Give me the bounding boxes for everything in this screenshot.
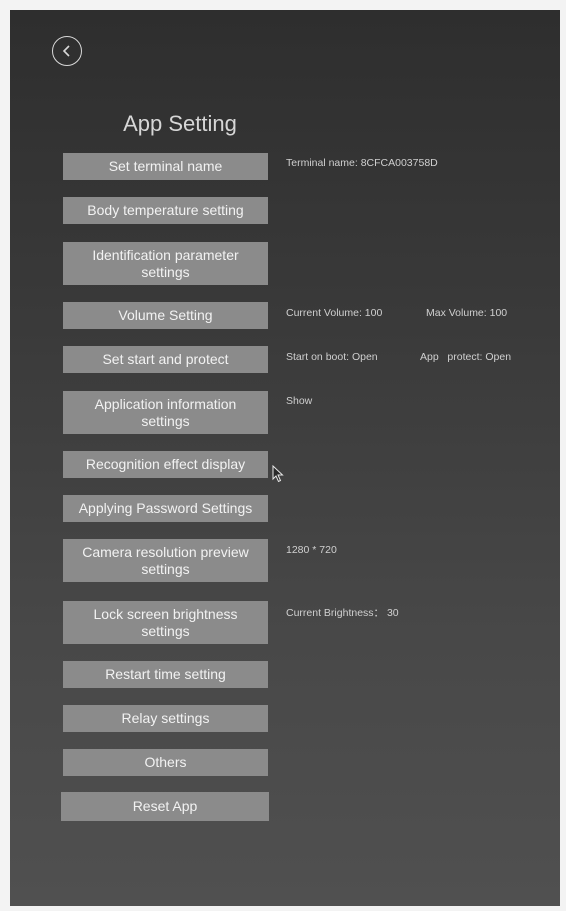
- restart-time-setting-button[interactable]: Restart time setting: [63, 661, 268, 688]
- set-terminal-name-button[interactable]: Set terminal name: [63, 153, 268, 180]
- application-information-settings-button[interactable]: Application information settings: [63, 391, 268, 434]
- camera-resolution-preview-settings-button[interactable]: Camera resolution preview settings: [63, 539, 268, 582]
- volume-setting-button[interactable]: Volume Setting: [63, 302, 268, 329]
- camera-resolution-value: 1280 * 720: [286, 544, 337, 556]
- lock-screen-brightness-settings-button[interactable]: Lock screen brightness settings: [63, 601, 268, 644]
- applying-password-settings-button[interactable]: Applying Password Settings: [63, 495, 268, 522]
- identification-parameter-settings-button[interactable]: Identification parameter settings: [63, 242, 268, 285]
- app-protect-value: App protect: Open: [420, 351, 512, 363]
- start-on-boot-value: Start on boot: Open: [286, 351, 378, 363]
- reset-app-button[interactable]: Reset App: [61, 792, 269, 821]
- back-button[interactable]: [52, 36, 82, 66]
- current-volume-value: Current Volume: 100: [286, 307, 383, 319]
- app-setting-screen: App Setting Set terminal name Body tempe…: [10, 10, 560, 906]
- page-title: App Setting: [123, 111, 237, 136]
- app-info-value: Show: [286, 395, 313, 407]
- mouse-pointer-icon: [272, 465, 284, 483]
- back-arrow-icon: [62, 45, 70, 57]
- recognition-effect-display-button[interactable]: Recognition effect display: [63, 451, 268, 478]
- body-temperature-setting-button[interactable]: Body temperature setting: [63, 197, 268, 224]
- set-start-and-protect-button[interactable]: Set start and protect: [63, 346, 268, 373]
- others-button[interactable]: Others: [63, 749, 268, 776]
- max-volume-value: Max Volume: 100: [426, 307, 508, 319]
- brightness-value: Current Brightness： 30: [286, 607, 399, 619]
- relay-settings-button[interactable]: Relay settings: [63, 705, 268, 732]
- terminal-name-value: Terminal name: 8CFCA003758D: [286, 157, 438, 169]
